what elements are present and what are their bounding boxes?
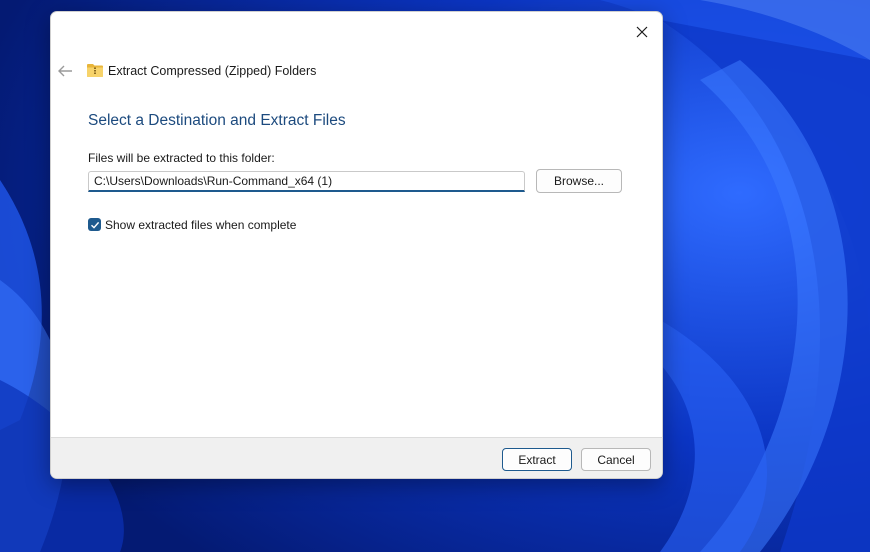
destination-label: Files will be extracted to this folder: xyxy=(88,151,275,165)
extract-dialog: Extract Compressed (Zipped) Folders Sele… xyxy=(50,11,663,479)
close-button[interactable] xyxy=(628,18,656,46)
desktop-background: Extract Compressed (Zipped) Folders Sele… xyxy=(0,0,870,552)
destination-path-input[interactable] xyxy=(88,171,525,192)
show-files-checkbox[interactable] xyxy=(88,218,101,231)
dialog-footer: Extract Cancel xyxy=(51,437,662,478)
show-files-label: Show extracted files when complete xyxy=(105,218,297,232)
close-icon xyxy=(636,26,648,38)
back-arrow-icon xyxy=(58,65,72,77)
zip-folder-icon xyxy=(87,64,103,77)
page-heading: Select a Destination and Extract Files xyxy=(88,112,346,129)
browse-button[interactable]: Browse... xyxy=(536,169,622,193)
checkmark-icon xyxy=(90,221,99,229)
extract-button[interactable]: Extract xyxy=(502,448,572,471)
cancel-button[interactable]: Cancel xyxy=(581,448,651,471)
back-button[interactable] xyxy=(56,62,74,80)
window-title: Extract Compressed (Zipped) Folders xyxy=(108,64,317,78)
wizard-header: Extract Compressed (Zipped) Folders xyxy=(51,58,662,84)
